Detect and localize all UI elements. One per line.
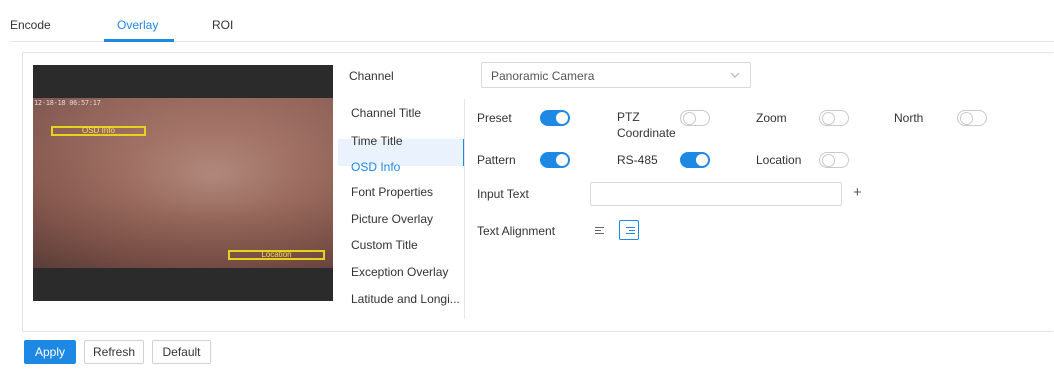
- menu-item-latitude-longitude[interactable]: Latitude and Longi...: [351, 292, 460, 306]
- active-tab-indicator: [104, 39, 174, 42]
- ptz-coordinate-label-line2: Coordinate: [617, 126, 676, 140]
- menu-item-time-title[interactable]: Time Title: [351, 134, 403, 148]
- menu-item-channel-title[interactable]: Channel Title: [351, 106, 421, 120]
- menu-item-custom-title[interactable]: Custom Title: [351, 238, 418, 252]
- tab-bar: Encode Overlay ROI: [10, 0, 1054, 42]
- osd-info-box[interactable]: OSD Info: [51, 126, 146, 136]
- chevron-down-icon: [730, 72, 740, 78]
- overlay-side-menu: Channel Title Time Title OSD Info Font P…: [338, 99, 465, 319]
- input-text-field[interactable]: [590, 182, 842, 206]
- rs485-toggle[interactable]: [680, 152, 710, 168]
- preset-label: Preset: [477, 111, 512, 125]
- time-overlay-text: 12-18-18 06:57:17: [34, 99, 101, 107]
- channel-select-value: Panoramic Camera: [491, 69, 595, 83]
- pattern-toggle[interactable]: [540, 152, 570, 168]
- align-right-button[interactable]: [619, 220, 639, 240]
- menu-item-exception-overlay[interactable]: Exception Overlay: [351, 265, 448, 279]
- location-box[interactable]: Location: [228, 250, 325, 260]
- camera-image: [33, 98, 333, 268]
- channel-label: Channel: [349, 69, 394, 83]
- text-alignment-label: Text Alignment: [477, 224, 556, 238]
- add-text-button[interactable]: +: [853, 184, 862, 201]
- zoom-toggle[interactable]: [819, 110, 849, 126]
- align-left-button[interactable]: [589, 220, 609, 240]
- align-right-icon: [626, 227, 635, 234]
- pattern-label: Pattern: [477, 153, 516, 167]
- preset-toggle[interactable]: [540, 110, 570, 126]
- align-left-icon: [595, 227, 604, 234]
- location-label: Location: [756, 153, 802, 167]
- video-preview: 12-18-18 06:57:17 OSD Info Location: [33, 65, 333, 301]
- apply-button[interactable]: Apply: [24, 340, 76, 364]
- ptz-coordinate-label-line1: PTZ: [617, 110, 640, 124]
- menu-item-osd-info[interactable]: OSD Info: [351, 160, 400, 174]
- north-toggle[interactable]: [957, 110, 987, 126]
- channel-select[interactable]: Panoramic Camera: [481, 62, 751, 88]
- input-text-label: Input Text: [477, 187, 529, 201]
- tab-roi[interactable]: ROI: [212, 18, 233, 32]
- rs485-label: RS-485: [617, 153, 658, 167]
- location-box-label: Location: [261, 250, 292, 259]
- default-button[interactable]: Default: [152, 340, 211, 364]
- north-label: North: [894, 111, 924, 125]
- zoom-label: Zoom: [756, 111, 787, 125]
- ptz-coordinate-toggle[interactable]: [680, 110, 710, 126]
- location-toggle[interactable]: [819, 152, 849, 168]
- menu-item-picture-overlay[interactable]: Picture Overlay: [351, 212, 433, 226]
- tab-overlay[interactable]: Overlay: [117, 18, 158, 32]
- tab-encode[interactable]: Encode: [10, 18, 51, 32]
- menu-item-font-properties[interactable]: Font Properties: [351, 185, 433, 199]
- refresh-button[interactable]: Refresh: [84, 340, 144, 364]
- osd-info-box-label: OSD Info: [82, 126, 115, 135]
